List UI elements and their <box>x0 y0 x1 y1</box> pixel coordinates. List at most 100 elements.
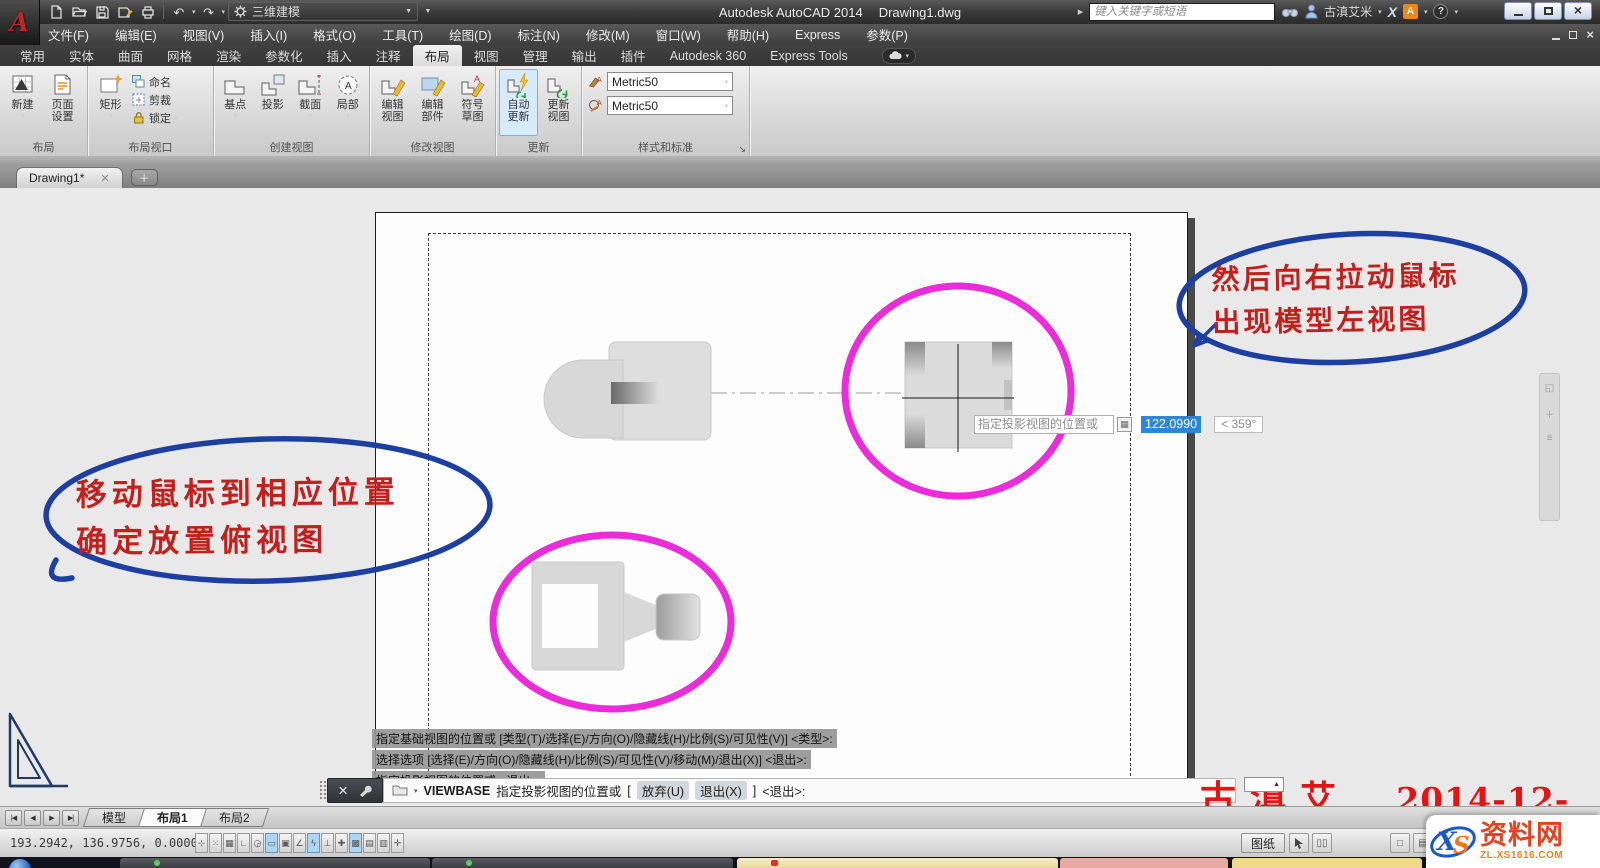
start-button[interactable] <box>8 858 32 868</box>
ribbon-tab-manage[interactable]: 管理 <box>511 45 560 66</box>
projected-view-button[interactable]: 投影 <box>255 69 292 124</box>
named-viewport-button[interactable]: 命名 <box>131 73 178 90</box>
ribbon-tab-insert[interactable]: 插入 <box>315 45 364 66</box>
taskbar-app-2[interactable] <box>432 858 733 868</box>
menu-tools[interactable]: 工具(T) <box>382 25 423 44</box>
new-drawing-tab-button[interactable]: ＋ <box>131 169 158 186</box>
command-line-bar[interactable]: ✕ ▾ VIEWBASE 指定投影视图的位置或 [ 放弃(U) 退出(X) ] … <box>318 778 1236 803</box>
status-toggle-quick-properties[interactable]: ▤ <box>363 833 376 853</box>
ribbon-tab-home[interactable]: 常用 <box>8 45 57 66</box>
menu-help[interactable]: 帮助(H) <box>727 25 769 44</box>
menu-insert[interactable]: 插入(I) <box>250 25 287 44</box>
taskbar-app-3[interactable] <box>737 858 1058 868</box>
print-icon[interactable] <box>138 3 158 22</box>
dynamic-input-distance-field[interactable]: 122.0990 <box>1141 416 1201 433</box>
doc-restore-icon[interactable] <box>1569 31 1577 39</box>
status-toggle-grid-display[interactable]: ▦ <box>223 833 236 853</box>
tab-prev-icon[interactable]: ◀ <box>24 810 41 826</box>
search-binoculars-icon[interactable] <box>1281 5 1299 19</box>
customize-wrench-icon[interactable] <box>358 784 372 798</box>
qat-customize-icon[interactable]: ▼ <box>421 2 435 21</box>
recent-commands-icon[interactable] <box>392 784 408 797</box>
doc-minimize-icon[interactable] <box>1552 38 1560 40</box>
recent-commands-dropdown-icon[interactable]: ▾ <box>414 787 418 795</box>
taskbar-app-4[interactable] <box>1060 858 1228 868</box>
ribbon-tab-solid[interactable]: 实体 <box>57 45 106 66</box>
ribbon-tab-annotate[interactable]: 注释 <box>364 45 413 66</box>
status-toggle-dynamic-input[interactable]: ⊥ <box>321 833 334 853</box>
apps-dropdown-icon[interactable]: ▾ <box>1424 8 1428 16</box>
status-toggle-polar-tracking[interactable]: ◶ <box>251 833 264 853</box>
tab-last-icon[interactable]: ▶| <box>62 810 79 826</box>
quick-view-drawings-icon[interactable]: ▯▯ <box>1312 833 1332 853</box>
status-toggle-snap-mode[interactable]: ⁙ <box>209 833 222 853</box>
menu-file[interactable]: 文件(F) <box>48 25 89 44</box>
menu-edit[interactable]: 编辑(E) <box>115 25 157 44</box>
symbol-sketch-button[interactable]: A 符号 草图 <box>453 69 492 124</box>
tab-layout2[interactable]: 布局2 <box>200 808 269 827</box>
tab-next-icon[interactable]: ▶ <box>43 810 60 826</box>
tab-layout1[interactable]: 布局1 <box>138 808 207 827</box>
ribbon-tab-mesh[interactable]: 网格 <box>155 45 204 66</box>
cloud-connect-icon[interactable]: ▾ <box>882 48 916 64</box>
ribbon-tab-express-tools[interactable]: Express Tools <box>758 45 860 66</box>
menu-modify[interactable]: 修改(M) <box>586 25 630 44</box>
undo-dropdown-icon[interactable]: ▾ <box>192 8 196 16</box>
update-view-button[interactable]: 更新 视图▾ <box>539 69 578 136</box>
status-toggle-infer-constraints[interactable]: ⊹ <box>195 833 208 853</box>
autodesk-apps-icon[interactable]: A <box>1403 4 1418 19</box>
ribbon-tab-view[interactable]: 视图 <box>462 45 511 66</box>
undo-icon[interactable]: ↶ <box>169 3 189 22</box>
new-file-icon[interactable] <box>46 3 66 22</box>
search-input[interactable] <box>1089 3 1275 21</box>
save-icon[interactable] <box>92 3 112 22</box>
status-toggle-3d-object-snap[interactable]: ▣ <box>279 833 292 853</box>
annotation-scale-icon[interactable]: □ <box>1390 833 1410 853</box>
section-style-select[interactable]: Metric50▾ <box>607 96 733 115</box>
status-toggle-object-snap[interactable]: ▭ <box>265 833 278 853</box>
rect-viewport-button[interactable]: 矩形▾ <box>91 69 130 126</box>
tab-model[interactable]: 模型 <box>83 808 145 827</box>
help-dropdown-icon[interactable]: ▾ <box>1454 8 1458 16</box>
open-file-icon[interactable] <box>69 3 89 22</box>
quick-view-layouts-icon[interactable] <box>1289 833 1309 853</box>
ribbon-tab-render[interactable]: 渲染 <box>204 45 253 66</box>
doc-close-icon[interactable] <box>1586 26 1594 44</box>
option-exit[interactable]: 退出(X) <box>695 781 747 800</box>
tab-first-icon[interactable]: |◀ <box>5 810 22 826</box>
file-tab-drawing1[interactable]: Drawing1* ✕ <box>16 167 123 188</box>
status-toggle-transparency[interactable]: ▩ <box>349 833 362 853</box>
keyboard-icon[interactable]: ▦ <box>1117 417 1132 432</box>
detail-view-button[interactable]: A 局部▾ <box>330 69 367 124</box>
status-toggle-object-snap-tracking[interactable]: ∠ <box>293 833 306 853</box>
ribbon-tab-parametric[interactable]: 参数化 <box>253 45 315 66</box>
status-toggle-lineweight[interactable]: ✚ <box>335 833 348 853</box>
panel-launcher-icon[interactable]: ↘ <box>738 144 746 155</box>
taskbar-app-5[interactable] <box>1232 858 1422 868</box>
minimize-button[interactable] <box>1504 2 1532 20</box>
base-view-button[interactable]: 基点▾ <box>217 69 254 124</box>
status-toggle-annotation-monitor[interactable]: ✛ <box>391 833 404 853</box>
edit-component-button[interactable]: 编辑 部件 <box>413 69 452 124</box>
lock-viewport-button[interactable]: 锁定▾ <box>131 109 178 126</box>
nav-zoom-icon[interactable]: ＋ <box>1545 406 1555 421</box>
nav-pan-icon[interactable]: ◱ <box>1545 383 1554 394</box>
drawing-area[interactable]: 移动鼠标到相应位置 确定放置俯视图 然后向右拉动鼠标 出现模型左视图 指定投影视… <box>0 188 1600 806</box>
status-toggle-ortho-mode[interactable]: ∟ <box>237 833 250 853</box>
redo-dropdown-icon[interactable]: ▾ <box>222 8 226 16</box>
section-view-button[interactable]: 截面▾ <box>292 69 329 124</box>
save-as-icon[interactable] <box>115 3 135 22</box>
new-layout-button[interactable]: 新建▾ <box>3 69 42 124</box>
ribbon-tab-autodesk360[interactable]: Autodesk 360 <box>658 45 758 66</box>
auto-update-button[interactable]: 自动 更新 <box>499 69 538 136</box>
ribbon-tab-output[interactable]: 输出 <box>560 45 609 66</box>
command-close-icon[interactable]: ✕ <box>338 783 348 798</box>
command-bar-grip[interactable] <box>319 780 326 801</box>
status-toggle-dynamic-ucs[interactable]: ϟ <box>307 833 320 853</box>
ribbon-tab-layout[interactable]: 布局 <box>413 45 462 66</box>
workspace-switcher[interactable]: 三维建模 ▼ <box>228 2 418 21</box>
infocenter-collapse-icon[interactable]: ▶ <box>1078 8 1083 16</box>
menu-view[interactable]: 视图(V) <box>183 25 225 44</box>
page-setup-button[interactable]: 页面 设置 <box>43 69 82 124</box>
taskbar-app-1[interactable] <box>120 858 430 868</box>
